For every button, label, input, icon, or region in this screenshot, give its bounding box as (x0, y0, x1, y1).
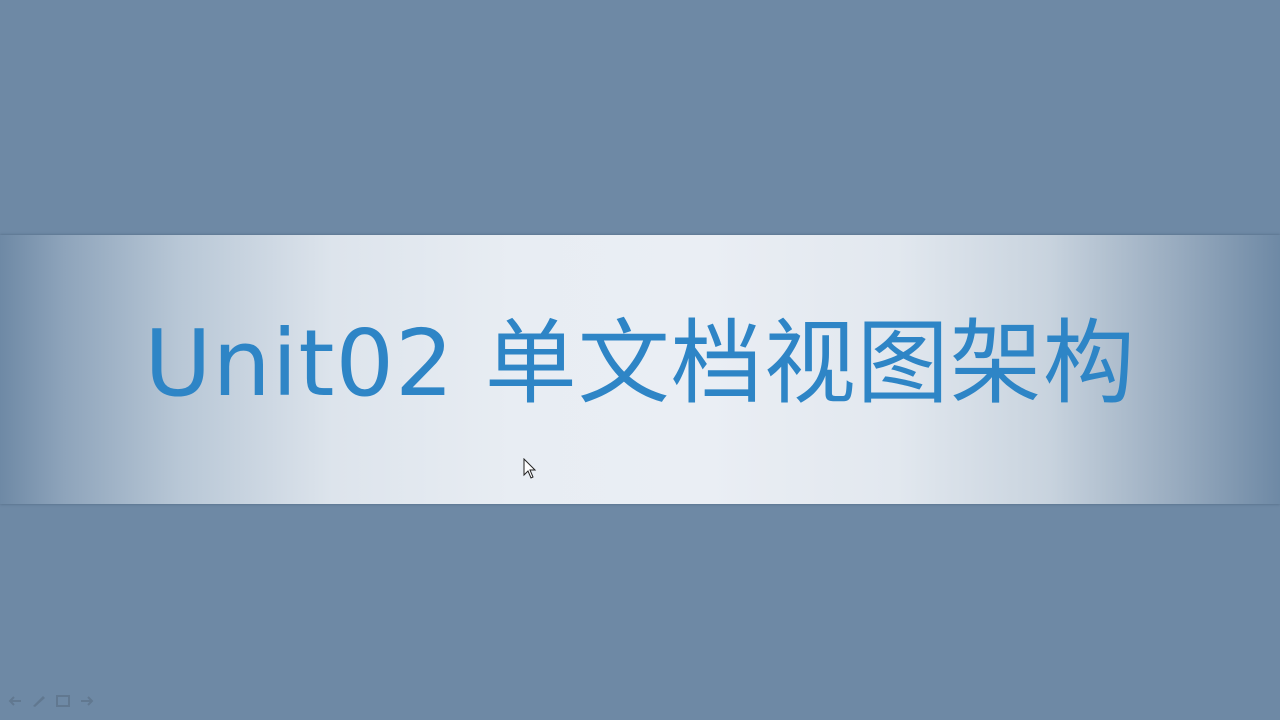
presentation-slide: Unit02 单文档视图架构 (0, 0, 1280, 720)
next-arrow-icon[interactable] (78, 694, 96, 708)
slideshow-toolbar (6, 692, 96, 710)
slide-title: Unit02 单文档视图架构 (144, 310, 1136, 417)
pen-icon[interactable] (30, 694, 48, 708)
prev-arrow-icon[interactable] (6, 694, 24, 708)
mouse-pointer-icon (523, 458, 537, 479)
slide-menu-icon[interactable] (54, 694, 72, 708)
